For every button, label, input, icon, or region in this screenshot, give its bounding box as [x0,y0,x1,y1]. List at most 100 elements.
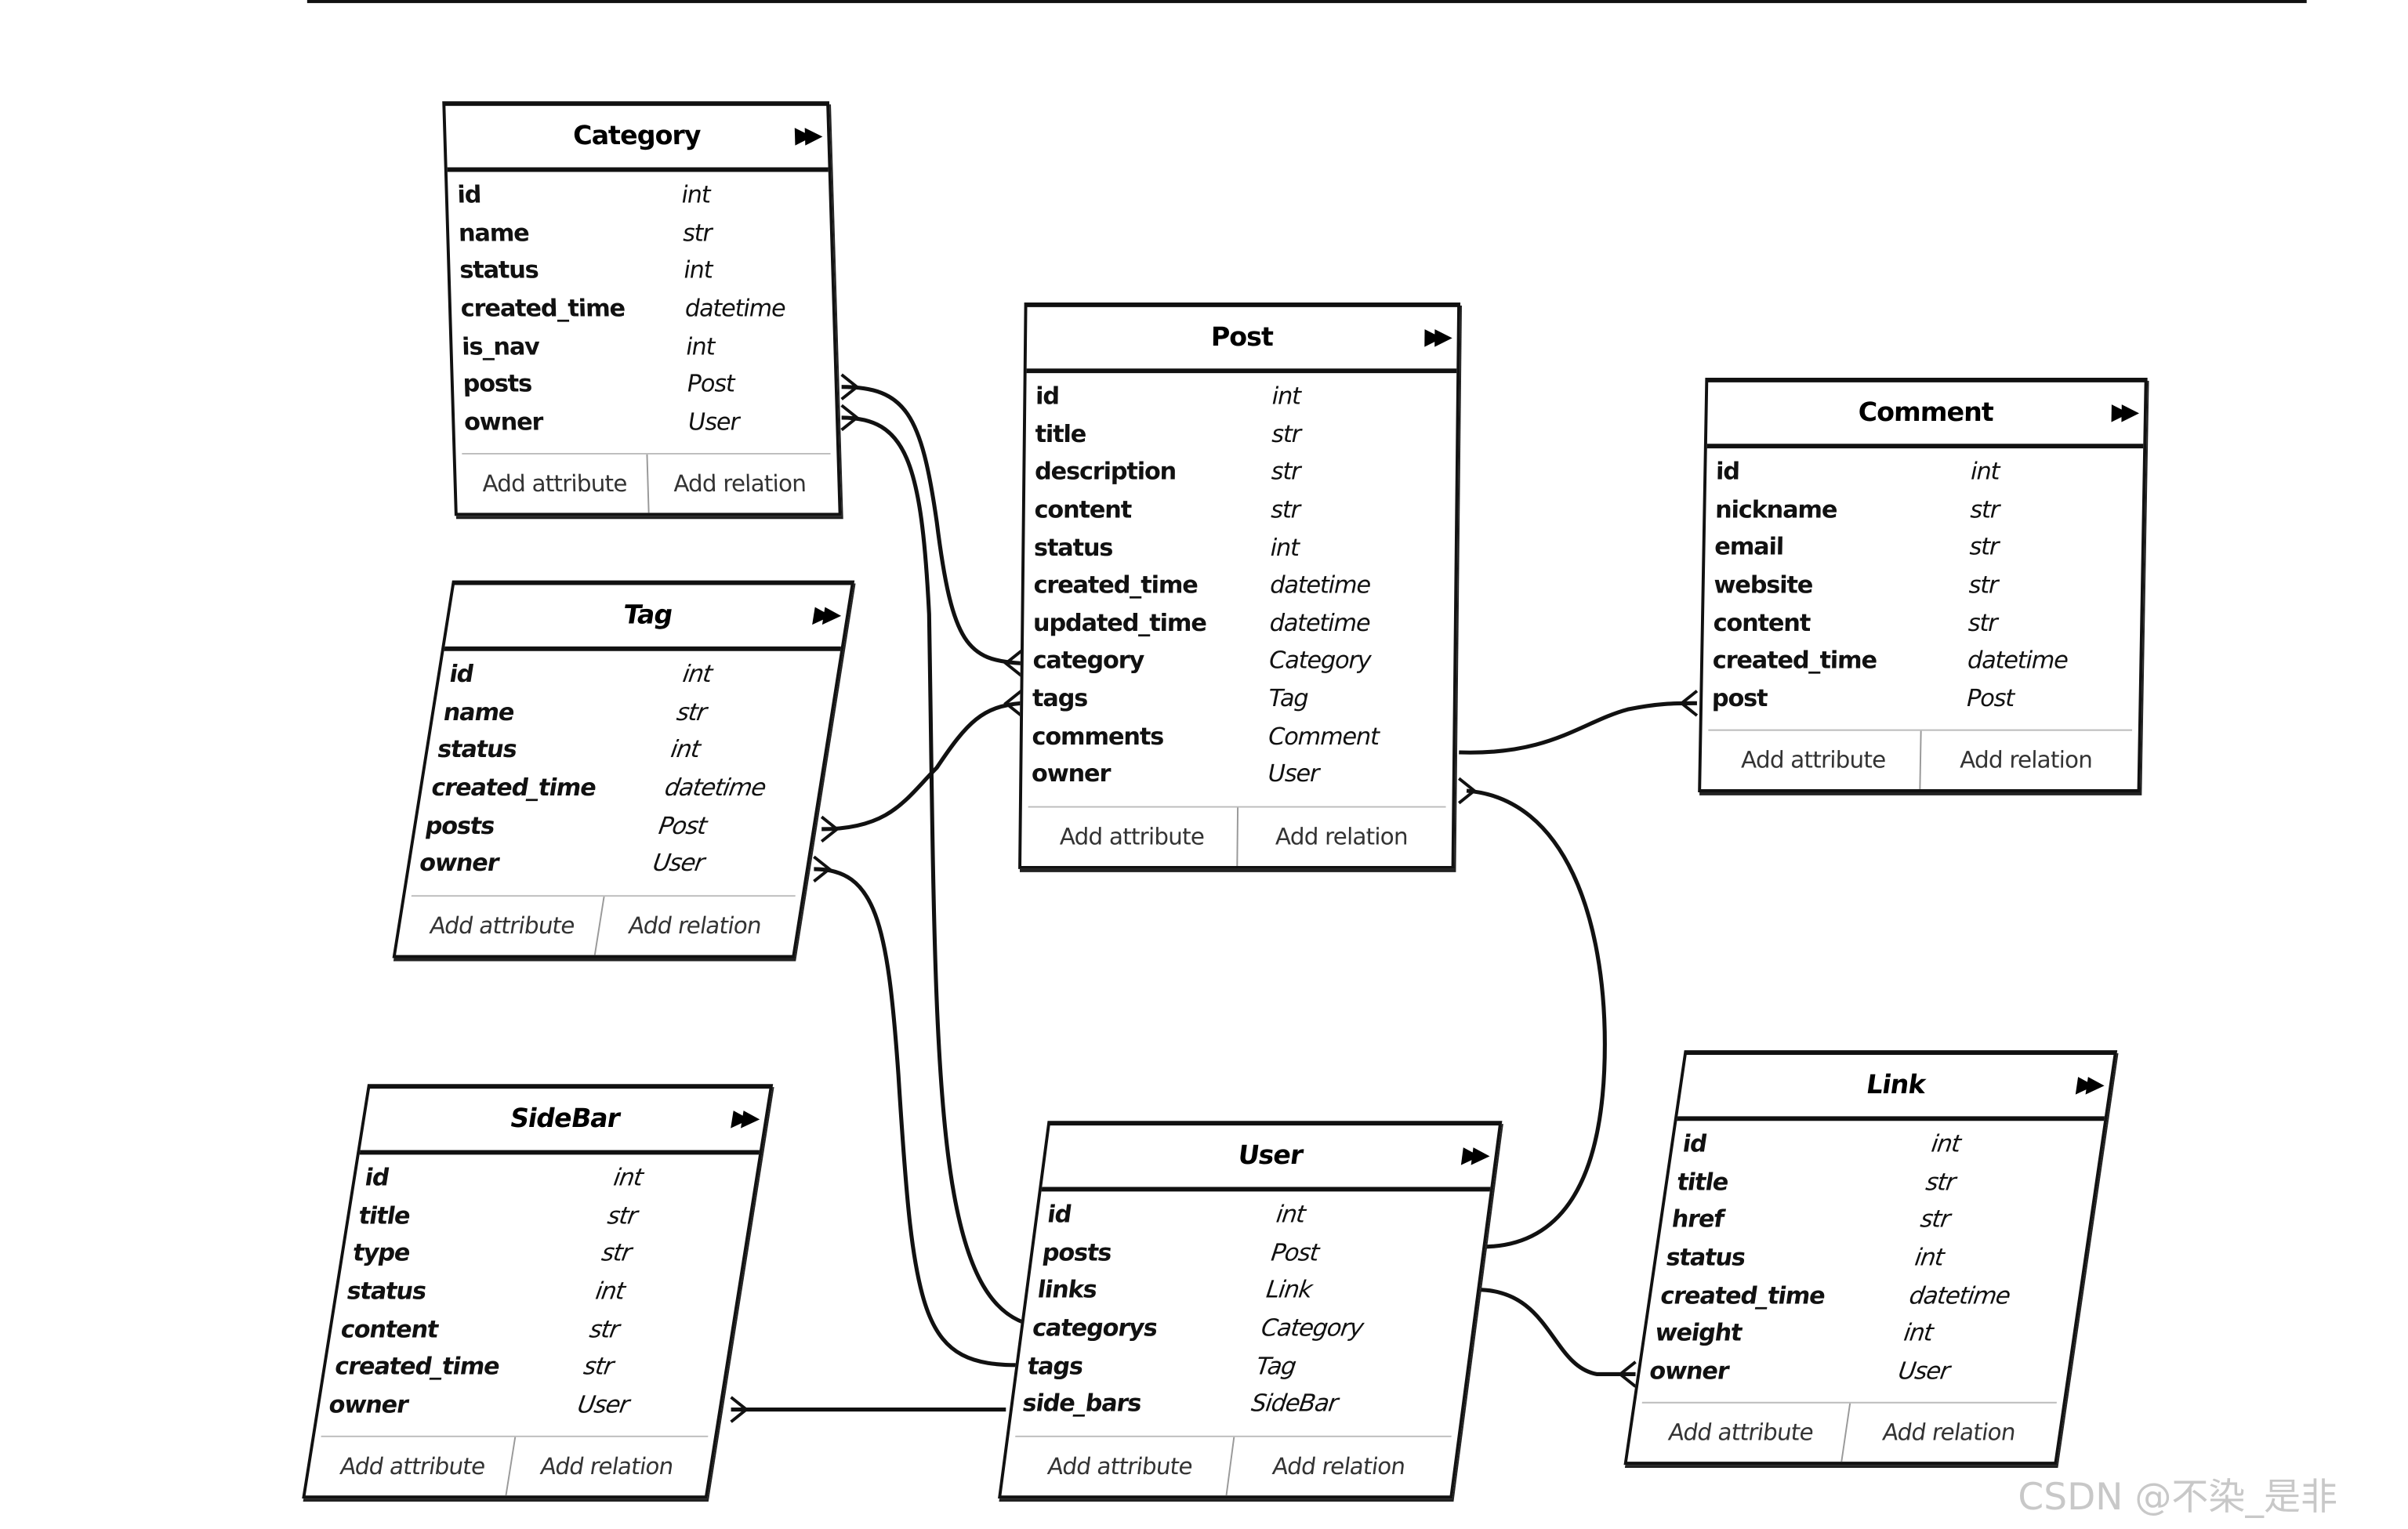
double-chevron-right-icon[interactable]: ▶▶ [1460,1141,1484,1168]
attribute-row[interactable]: title str [1674,1163,2098,1201]
attribute-row[interactable]: created_time str [332,1348,728,1386]
add-attribute-button[interactable]: Add attribute [1634,1404,1848,1462]
attribute-row[interactable]: title str [356,1197,752,1234]
entity-user[interactable]: User ▶▶ id int posts Post links Link categorys Ca… [998,1121,1503,1498]
add-relation-button[interactable]: Add relation [1918,730,2133,790]
attribute-row[interactable]: name str [441,694,833,731]
entity-header[interactable]: User ▶▶ [1041,1125,1499,1192]
attribute-row[interactable]: links Link [1035,1272,1480,1310]
entity-header[interactable]: Tag ▶▶ [444,585,851,651]
attribute-row[interactable]: id int [1716,453,2143,491]
double-chevron-right-icon[interactable]: ▶▶ [811,600,836,628]
attribute-row[interactable]: content str [1713,604,2140,642]
double-chevron-right-icon[interactable]: ▶▶ [1424,322,1445,350]
add-attribute-button[interactable]: Add attribute [1007,1437,1232,1495]
attribute-name: content [1713,609,1811,637]
attribute-row[interactable]: posts Post [422,806,815,844]
attribute-type: int [593,1277,627,1306]
attribute-name: id [1681,1130,1709,1158]
add-relation-button[interactable]: Add relation [1840,1404,2057,1462]
attribute-row[interactable]: created_time datetime [1658,1277,2081,1314]
attribute-row[interactable]: status int [434,731,827,769]
attribute-row[interactable]: tags Tag [1032,679,1453,717]
double-chevron-right-icon[interactable]: ▶▶ [2111,397,2131,425]
attribute-row[interactable]: id int [362,1159,758,1197]
attribute-row[interactable]: owner User [326,1386,722,1423]
add-attribute-button[interactable]: Add attribute [1707,731,1920,789]
attribute-row[interactable]: status int [459,252,832,290]
attribute-row[interactable]: posts Post [462,365,836,403]
attribute-row[interactable]: href str [1669,1201,2092,1238]
attribute-row[interactable]: description str [1035,453,1456,491]
attribute-row[interactable]: id int [1045,1196,1489,1234]
attribute-row[interactable]: updated_time datetime [1033,604,1454,642]
add-attribute-button[interactable]: Add attribute [312,1437,514,1495]
attribute-type: str [1271,420,1301,448]
double-chevron-right-icon[interactable]: ▶▶ [794,121,815,149]
entity-header[interactable]: SideBar ▶▶ [359,1089,770,1155]
attribute-row[interactable]: tags Tag [1025,1347,1470,1385]
attribute-row[interactable]: title str [1035,415,1456,453]
entity-header[interactable]: Post ▶▶ [1026,306,1458,374]
add-relation-button[interactable]: Add relation [645,455,832,513]
er-diagram-canvas: Category ▶▶ id int name str status int created_t… [0,0,2408,1529]
attribute-name: id [362,1164,391,1192]
attribute-row[interactable]: status int [1663,1239,2087,1277]
entity-tag[interactable]: Tag ▶▶ id int name str status int created_time da… [392,580,855,958]
attribute-row[interactable]: created_time datetime [429,769,821,806]
attribute-row[interactable]: is_nav int [461,328,834,365]
attribute-row[interactable]: nickname str [1715,491,2142,528]
attribute-name: title [1675,1168,1730,1197]
relation-tag-posts [821,701,1022,832]
attribute-row[interactable]: content str [1034,491,1455,529]
attribute-row[interactable]: status int [1034,529,1455,567]
attribute-row[interactable]: status int [344,1273,740,1310]
attribute-row[interactable]: weight int [1652,1314,2076,1352]
attribute-row[interactable]: categorys Category [1030,1310,1474,1347]
attribute-row[interactable]: id int [1680,1125,2103,1163]
entity-post[interactable]: Post ▶▶ id int title str description str content… [1018,302,1461,868]
attribute-row[interactable]: created_time datetime [1033,567,1454,604]
entity-link[interactable]: Link ▶▶ id int title str href str status int creat… [1623,1050,2118,1466]
attribute-row[interactable]: side_bars SideBar [1020,1385,1464,1422]
attribute-row[interactable]: id int [1035,378,1456,415]
attribute-name: owner [1031,760,1111,788]
entity-header[interactable]: Category ▶▶ [445,106,829,172]
attribute-row[interactable]: type str [350,1235,746,1273]
add-attribute-button[interactable]: Add attribute [1028,807,1236,865]
attribute-row[interactable]: category Category [1032,642,1453,679]
attribute-row[interactable]: id int [447,656,840,694]
add-attribute-button[interactable]: Add attribute [462,455,647,513]
double-chevron-right-icon[interactable]: ▶▶ [2075,1071,2099,1098]
attribute-row[interactable]: created_time datetime [1712,642,2139,679]
add-relation-button[interactable]: Add relation [504,1437,709,1496]
attribute-row[interactable]: content str [338,1310,734,1348]
attribute-type: str [674,698,709,726]
entity-header[interactable]: Comment ▶▶ [1706,382,2145,449]
entity-sidebar[interactable]: SideBar ▶▶ id int title str type str status int co… [302,1084,774,1499]
attribute-row[interactable]: created_time datetime [460,290,833,328]
attribute-row[interactable]: post Post [1712,679,2139,717]
attribute-type: Post [1269,1238,1321,1267]
attribute-row[interactable]: comments Comment [1032,718,1452,755]
attribute-row[interactable]: id int [457,176,830,214]
add-relation-button[interactable]: Add relation [593,896,796,955]
attribute-row[interactable]: website str [1714,567,2141,604]
attribute-type: str [1924,1168,1957,1197]
attribute-row[interactable]: posts Post [1040,1234,1485,1271]
double-chevron-right-icon[interactable]: ▶▶ [730,1104,754,1132]
add-relation-button[interactable]: Add relation [1224,1436,1452,1495]
entity-category[interactable]: Category ▶▶ id int name str status int created_t… [442,101,842,516]
attribute-name: id [1035,382,1060,411]
attribute-row[interactable]: owner User [1647,1352,2070,1390]
attribute-row[interactable]: name str [458,214,831,252]
entity-header[interactable]: Link ▶▶ [1677,1054,2114,1121]
attribute-row[interactable]: owner User [463,403,836,440]
attribute-row[interactable]: owner User [417,844,810,882]
entity-comment[interactable]: Comment ▶▶ id int nickname str email str website… [1698,377,2148,793]
add-relation-button[interactable]: Add relation [1235,806,1446,866]
add-attribute-button[interactable]: Add attribute [402,896,603,954]
attribute-name: posts [462,370,532,398]
attribute-row[interactable]: email str [1714,528,2141,566]
attribute-row[interactable]: owner User [1032,755,1452,793]
